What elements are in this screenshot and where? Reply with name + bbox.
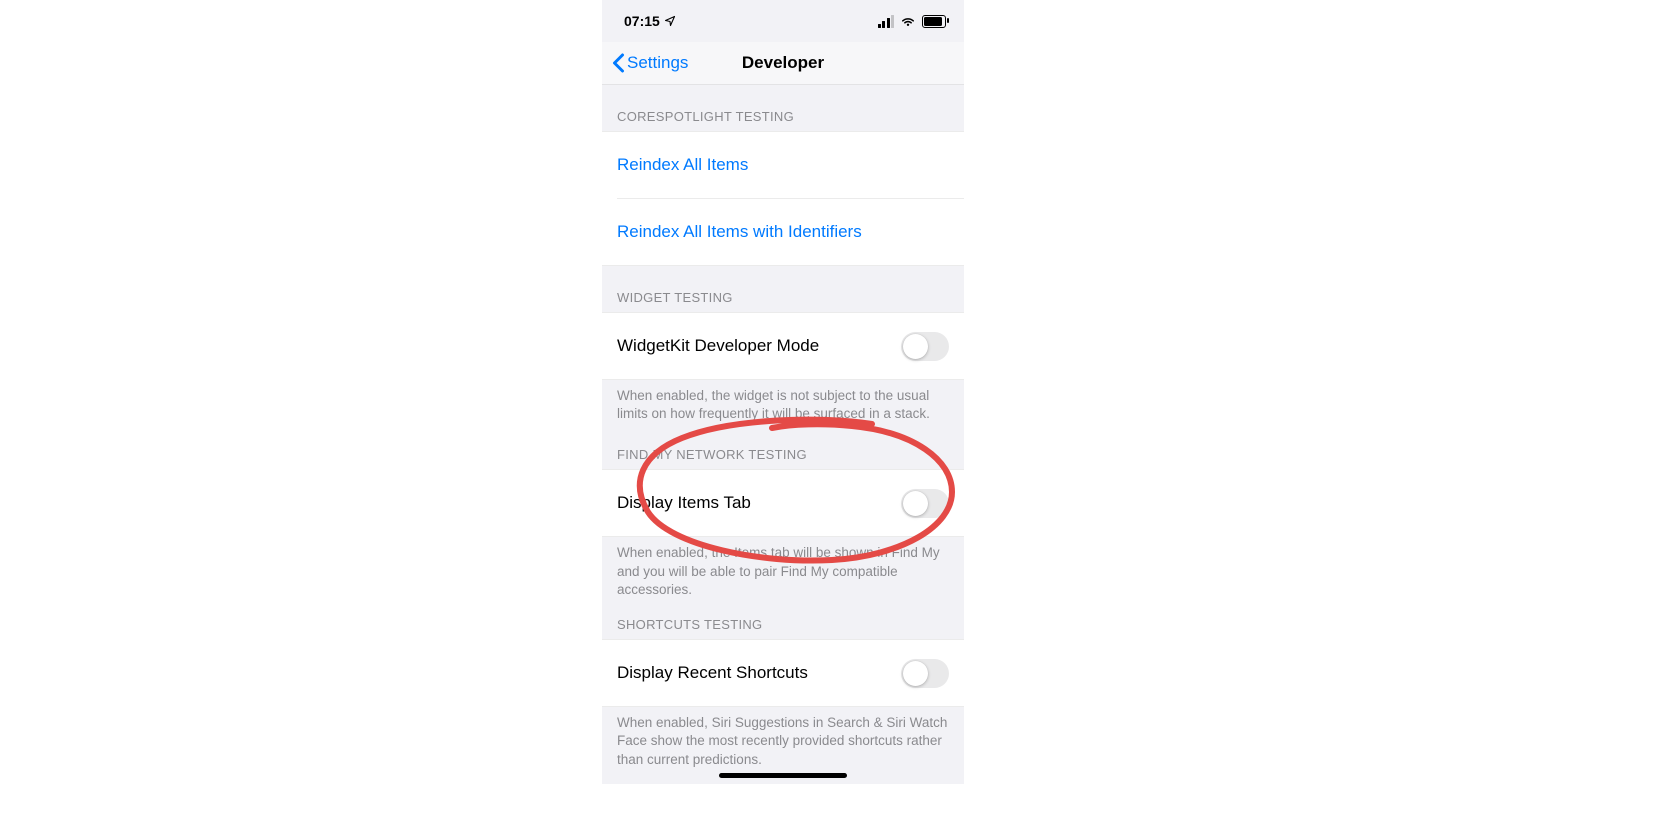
battery-icon bbox=[922, 15, 946, 28]
section-footer-shortcuts: When enabled, Siri Suggestions in Search… bbox=[602, 707, 964, 769]
canvas: 07:15 bbox=[0, 0, 1680, 840]
back-label: Settings bbox=[627, 53, 688, 73]
display-recent-shortcuts-label: Display Recent Shortcuts bbox=[617, 663, 808, 683]
status-left: 07:15 bbox=[624, 13, 676, 29]
table-corespotlight: Reindex All Items Reindex All Items with… bbox=[602, 131, 964, 266]
display-recent-shortcuts-row[interactable]: Display Recent Shortcuts bbox=[602, 640, 964, 706]
page-title: Developer bbox=[742, 53, 824, 73]
location-icon bbox=[664, 15, 676, 27]
section-header-corespotlight: CORESPOTLIGHT TESTING bbox=[602, 85, 964, 131]
table-widget: WidgetKit Developer Mode bbox=[602, 312, 964, 380]
navigation-bar: Settings Developer bbox=[602, 42, 964, 85]
display-items-tab-row[interactable]: Display Items Tab bbox=[602, 470, 964, 536]
chevron-left-icon bbox=[612, 53, 625, 73]
section-footer-findmy: When enabled, the Items tab will be show… bbox=[602, 537, 964, 599]
status-right bbox=[878, 15, 947, 28]
phone-frame: 07:15 bbox=[602, 0, 964, 784]
reindex-identifiers-button[interactable]: Reindex All Items with Identifiers bbox=[617, 198, 964, 265]
section-header-findmy: FIND MY NETWORK TESTING bbox=[602, 423, 964, 469]
wifi-icon bbox=[900, 15, 916, 27]
reindex-identifiers-label: Reindex All Items with Identifiers bbox=[617, 222, 862, 242]
widgetkit-mode-row[interactable]: WidgetKit Developer Mode bbox=[602, 313, 964, 379]
display-items-tab-label: Display Items Tab bbox=[617, 493, 751, 513]
widgetkit-mode-toggle[interactable] bbox=[901, 332, 949, 361]
status-time: 07:15 bbox=[624, 13, 660, 29]
widgetkit-mode-label: WidgetKit Developer Mode bbox=[617, 336, 819, 356]
display-recent-shortcuts-toggle[interactable] bbox=[901, 659, 949, 688]
reindex-all-label: Reindex All Items bbox=[617, 155, 748, 175]
table-shortcuts: Display Recent Shortcuts bbox=[602, 639, 964, 707]
status-bar: 07:15 bbox=[602, 0, 964, 42]
table-findmy: Display Items Tab bbox=[602, 469, 964, 537]
reindex-all-button[interactable]: Reindex All Items bbox=[602, 132, 964, 198]
section-footer-widget: When enabled, the widget is not subject … bbox=[602, 380, 964, 423]
section-header-shortcuts: SHORTCUTS TESTING bbox=[602, 599, 964, 639]
home-indicator[interactable] bbox=[719, 773, 847, 778]
back-button[interactable]: Settings bbox=[612, 53, 688, 73]
display-items-tab-toggle[interactable] bbox=[901, 489, 949, 518]
cellular-icon bbox=[878, 15, 895, 28]
section-header-widget: WIDGET TESTING bbox=[602, 266, 964, 312]
